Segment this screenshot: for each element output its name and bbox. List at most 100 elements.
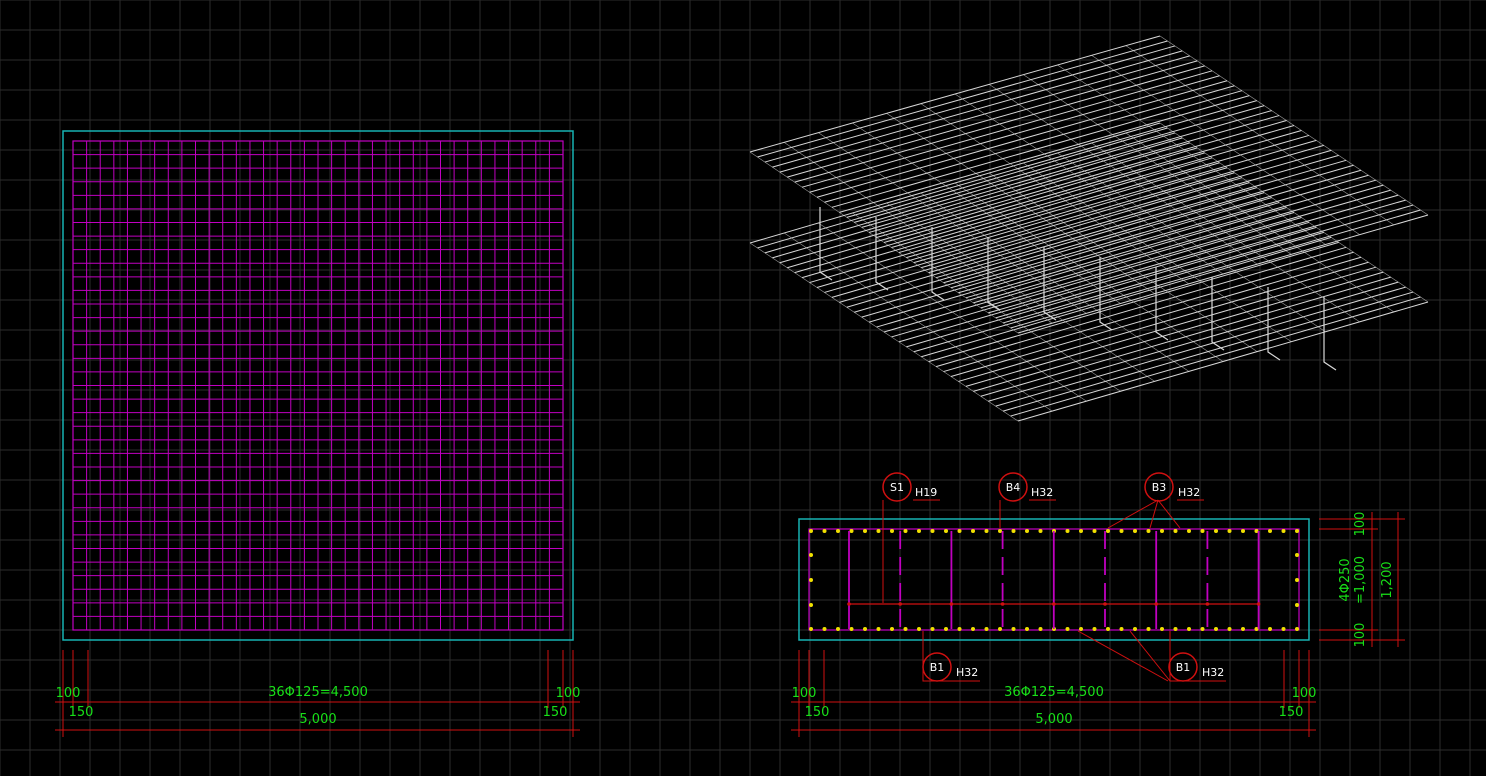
section-bottom-bar	[917, 627, 921, 631]
section-bottom-bar	[1200, 627, 1205, 631]
plan-view: 100 150 36Φ125=4,500 100 150 5,000	[55, 130, 581, 737]
callout-b4: B4 H32	[998, 472, 1053, 502]
plan-dim-total: 5,000	[299, 712, 336, 727]
section-bottom-bar	[1146, 627, 1151, 631]
plan-dim-right-edge: 100	[556, 686, 581, 701]
section-top-bar	[1200, 529, 1205, 533]
section-top-bar	[1119, 529, 1124, 533]
section-bottom-bar	[930, 627, 935, 631]
iso-bottom-mat-bar	[784, 232, 1053, 412]
section-top-bar	[903, 529, 908, 533]
section-top-bar	[1011, 529, 1016, 533]
section-top-bar	[984, 529, 989, 533]
section-top-bar	[1106, 529, 1110, 533]
plan-dim-left-cover: 150	[69, 705, 94, 720]
section-top-bar	[1160, 529, 1164, 533]
plan-dim-middle: 36Φ125=4,500	[268, 685, 368, 700]
section-view: S1 H19 B4 H32 B3 H32 B1 H32 B1 H32 100 1…	[791, 472, 1405, 737]
section-bottom-bar	[1227, 627, 1232, 631]
iso-bottom-mat-bar	[818, 222, 1087, 402]
plan-rebar-mesh	[72, 140, 564, 631]
callout-b4-size: H32	[1031, 486, 1053, 499]
plan-dim-right-cover: 150	[543, 705, 568, 720]
section-top-bar	[849, 529, 854, 533]
section-side-dim-total: 1,200	[1380, 561, 1395, 598]
section-bottom-bar	[1281, 627, 1286, 631]
section-top-bar	[1038, 529, 1043, 533]
section-top-bar	[971, 529, 975, 533]
section-side-dim-bottom: 100	[1353, 623, 1368, 648]
callout-b1-left: B1 H32	[922, 652, 978, 682]
section-side-bar	[809, 553, 813, 557]
section-top-bar	[863, 529, 867, 533]
section-bottom-bar	[1079, 627, 1083, 631]
section-top-bar	[1092, 529, 1097, 533]
iso-top-mat-bar	[954, 93, 1224, 275]
section-top-bar	[822, 529, 827, 533]
section-top-bar	[1133, 529, 1137, 533]
isometric-rebar-cage	[749, 35, 1429, 422]
section-bottom-bar	[876, 627, 881, 631]
callout-s1: S1 H19	[882, 472, 937, 502]
section-bottom-bar	[998, 627, 1002, 631]
section-bottom-bar	[1011, 627, 1016, 631]
callout-b1-left-mark: B1	[930, 661, 945, 674]
section-top-bar	[809, 529, 813, 533]
section-bottom-bar	[957, 627, 962, 631]
section-top-bar	[944, 529, 948, 533]
section-bottom-bar	[1133, 627, 1137, 631]
section-bottom-bar	[1241, 627, 1245, 631]
callout-b1-right-size: H32	[1202, 666, 1224, 679]
section-bottom-bar	[1173, 627, 1178, 631]
section-top-bar	[917, 529, 921, 533]
section-side-bar	[1295, 553, 1299, 557]
callout-s1-size: H19	[915, 486, 937, 499]
section-top-bar	[1146, 529, 1151, 533]
section-top-bar	[1187, 529, 1191, 533]
callout-b3-size: H32	[1178, 486, 1200, 499]
section-top-bar	[1227, 529, 1232, 533]
section-bottom-bar	[1295, 627, 1299, 631]
iso-top-mat-bar	[783, 142, 1053, 324]
section-bottom-bar	[1119, 627, 1124, 631]
iso-top-mat-bar	[886, 113, 1155, 294]
section-side-bar	[1295, 603, 1299, 607]
section-top-bar	[1025, 529, 1029, 533]
section-side-bar	[809, 603, 813, 607]
section-bottom-bar	[984, 627, 989, 631]
section-dim-left-cover: 150	[805, 705, 830, 720]
iso-top-mat-bar	[749, 151, 1019, 334]
iso-top-mat-bar	[920, 103, 1190, 285]
iso-top-mat-bar	[818, 132, 1087, 314]
section-bottom-bar	[1187, 627, 1191, 631]
section-bottom-bar	[1038, 627, 1043, 631]
section-bottom-bar	[1106, 627, 1110, 631]
section-bottom-bar	[836, 627, 840, 631]
section-side-dim-spacing: 4Φ250	[1338, 558, 1353, 601]
callout-b1-right: B1 H32	[1168, 652, 1224, 682]
section-side-bar	[1295, 578, 1299, 582]
section-bottom-bar	[1065, 627, 1070, 631]
section-top-bar	[876, 529, 881, 533]
section-bottom-bar	[863, 627, 867, 631]
section-bottom-bar	[1160, 627, 1164, 631]
cad-drawing-canvas[interactable]: 100 150 36Φ125=4,500 100 150 5,000 S1 H1…	[0, 0, 1486, 776]
section-bottom-bar	[1092, 627, 1097, 631]
section-top-bar	[998, 529, 1002, 533]
section-top-bar	[836, 529, 840, 533]
callout-s1-mark: S1	[890, 481, 904, 494]
section-bottom-bar	[822, 627, 827, 631]
section-dim-middle: 36Φ125=4,500	[1004, 685, 1104, 700]
section-top-bar	[957, 529, 962, 533]
callout-b1-right-mark: B1	[1176, 661, 1191, 674]
section-top-bar	[1295, 529, 1299, 533]
section-side-dim-length: =1,000	[1353, 556, 1368, 604]
section-bottom-bar	[971, 627, 975, 631]
callout-b3-mark: B3	[1152, 481, 1167, 494]
section-top-bar	[930, 529, 935, 533]
section-top-bar	[890, 529, 894, 533]
section-side-dim-top: 100	[1353, 512, 1368, 537]
callout-b3: B3 H32	[1144, 472, 1200, 502]
section-bottom-bar	[1214, 627, 1218, 631]
plan-dim-left-edge: 100	[56, 686, 81, 701]
